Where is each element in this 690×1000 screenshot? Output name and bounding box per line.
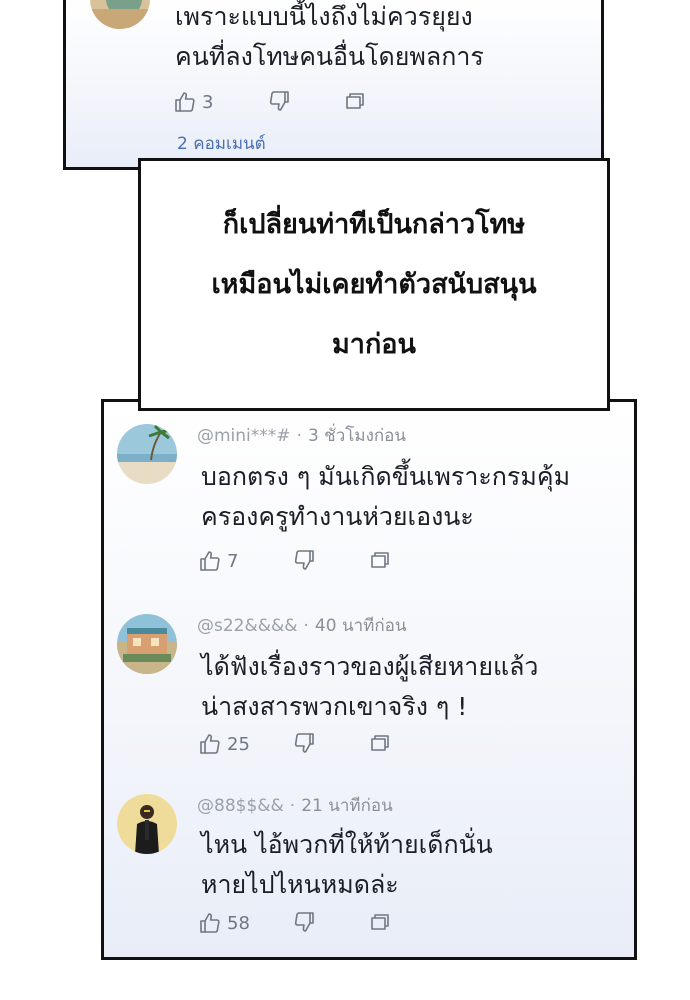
comment-line: บอกตรง ๆ มันเกิดขึ้นเพราะกรมคุ้ม bbox=[201, 462, 571, 491]
thumbs-up-icon bbox=[200, 551, 220, 571]
comment-text: ไหน ไอ้พวกที่ให้ท้ายเด็กนั่น หายไปไหนหมด… bbox=[201, 825, 493, 905]
reply-button[interactable] bbox=[368, 731, 392, 755]
thumbs-up-icon bbox=[200, 913, 220, 933]
username[interactable]: @mini***# bbox=[197, 426, 291, 446]
reply-button[interactable] bbox=[343, 89, 367, 113]
narration-caption: ก็เปลี่ยนท่าทีเป็นกล่าวโทษ เหมือนไม่เคยท… bbox=[138, 158, 610, 411]
like-button[interactable]: 7 bbox=[198, 549, 238, 573]
like-count: 3 bbox=[202, 91, 214, 113]
avatar[interactable] bbox=[90, 0, 150, 29]
comments-panel: @mini***# · 3 ชั่วโมงก่อน บอกตรง ๆ มันเกิด… bbox=[101, 399, 637, 960]
username[interactable]: @s22&&&& bbox=[197, 616, 298, 636]
comment-line: ได้ฟังเรื่องราวของผู้เสียหายแล้ว bbox=[201, 652, 539, 681]
thumbs-down-icon bbox=[294, 912, 314, 932]
comment-text: บอกตรง ๆ มันเกิดขึ้นเพราะกรมคุ้ม ครองครู… bbox=[201, 457, 570, 537]
caption-line: ก็เปลี่ยนท่าทีเป็นกล่าวโทษ bbox=[222, 208, 526, 240]
comment-line: คนที่ลงโทษคนอื่นโดยพลการ bbox=[175, 42, 484, 71]
dislike-button[interactable] bbox=[267, 89, 291, 113]
avatar[interactable] bbox=[117, 424, 177, 484]
comment-line: ครองครูทำงานห่วยเองนะ bbox=[201, 502, 474, 531]
comment-line: หายไปไหนหมดล่ะ bbox=[201, 870, 399, 899]
like-count: 7 bbox=[227, 550, 239, 572]
thumbs-up-icon bbox=[200, 734, 220, 754]
comment-line: เพราะแบบนี้ไงถึงไม่ควรยุยง bbox=[175, 2, 473, 31]
reply-button[interactable] bbox=[368, 548, 392, 572]
comment-meta: @mini***# · 3 ชั่วโมงก่อน bbox=[197, 426, 407, 446]
timestamp: 40 นาทีก่อน bbox=[314, 616, 407, 636]
dislike-button[interactable] bbox=[292, 910, 316, 934]
dislike-button[interactable] bbox=[292, 731, 316, 755]
comment-line: ไหน ไอ้พวกที่ให้ท้ายเด็กนั่น bbox=[201, 830, 493, 859]
view-replies-link[interactable]: 2 คอมเมนต์ bbox=[177, 130, 266, 157]
comment-text: ได้ฟังเรื่องราวของผู้เสียหายแล้ว น่าสงสา… bbox=[201, 647, 538, 727]
comment-actions: 58 bbox=[198, 910, 389, 936]
comment-actions: 25 bbox=[198, 731, 389, 757]
dislike-button[interactable] bbox=[292, 548, 316, 572]
avatar[interactable] bbox=[117, 614, 177, 674]
comment-actions: 3 bbox=[173, 89, 364, 115]
reply-button[interactable] bbox=[368, 910, 392, 934]
like-button[interactable]: 25 bbox=[198, 732, 250, 756]
thumbs-down-icon bbox=[294, 550, 314, 570]
comment-meta: @88$$&& · 21 นาทีก่อน bbox=[197, 796, 393, 816]
thumbs-up-icon bbox=[175, 92, 195, 112]
like-count: 58 bbox=[227, 912, 250, 934]
reply-icon bbox=[371, 735, 389, 751]
reply-icon bbox=[371, 552, 389, 568]
timestamp: 21 นาทีก่อน bbox=[301, 796, 393, 816]
thumbs-down-icon bbox=[269, 91, 289, 111]
top-comment-panel: เพราะแบบนี้ไงถึงไม่ควรยุยง คนที่ลงโทษคนอ… bbox=[63, 0, 604, 170]
like-count: 25 bbox=[227, 733, 250, 755]
caption-line: เหมือนไม่เคยทำตัวสนับสนุน bbox=[211, 268, 537, 300]
caption-line: มาก่อน bbox=[332, 328, 416, 360]
comment-text: เพราะแบบนี้ไงถึงไม่ควรยุยง คนที่ลงโทษคนอ… bbox=[175, 0, 484, 77]
like-button[interactable]: 58 bbox=[198, 911, 250, 935]
reply-icon bbox=[346, 93, 364, 109]
comment-actions: 7 bbox=[198, 548, 389, 574]
like-button[interactable]: 3 bbox=[173, 90, 213, 114]
timestamp: 3 ชั่วโมงก่อน bbox=[307, 426, 407, 446]
avatar[interactable] bbox=[117, 794, 177, 854]
username[interactable]: @88$$&& bbox=[197, 796, 284, 816]
thumbs-down-icon bbox=[294, 733, 314, 753]
comment-meta: @s22&&&& · 40 นาทีก่อน bbox=[197, 616, 407, 636]
comment-line: น่าสงสารพวกเขาจริง ๆ ! bbox=[201, 692, 468, 721]
reply-icon bbox=[371, 914, 389, 930]
